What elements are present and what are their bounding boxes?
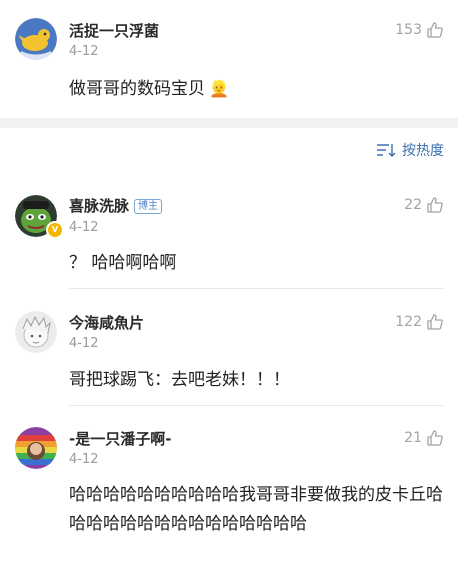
comment-text: 哈哈哈哈哈哈哈哈哈哈我哥哥非要做我的皮卡丘哈哈哈哈哈哈哈哈哈哈哈哈哈哈哈 — [69, 485, 443, 534]
thumb-up-icon — [427, 22, 443, 38]
like-button[interactable]: 22 — [404, 195, 444, 215]
top-comment: 活捉一只浮菌 4-12 153 做哥哥的数码宝贝 👱 — [0, 0, 458, 118]
like-count: 21 — [404, 430, 422, 446]
comment-date: 4-12 — [69, 452, 99, 467]
comment-date: 4-12 — [69, 336, 99, 351]
comment-text: ？ 哈哈啊哈啊 — [69, 253, 177, 273]
sort-by-hot-button[interactable]: 按热度 — [376, 140, 444, 160]
like-count: 22 — [404, 197, 422, 213]
comment-text: 做哥哥的数码宝贝 👱 — [69, 79, 229, 99]
thumb-up-icon — [427, 314, 443, 330]
emoji-icon: 👱 — [209, 79, 229, 98]
like-button[interactable]: 122 — [395, 312, 444, 332]
like-count: 122 — [395, 314, 422, 330]
divider — [69, 288, 444, 289]
sort-icon — [377, 144, 396, 157]
like-count: 153 — [395, 22, 422, 38]
section-divider — [0, 118, 458, 128]
thumb-up-icon — [427, 197, 443, 213]
like-button[interactable]: 21 — [404, 428, 444, 448]
verified-badge-icon: V — [46, 221, 64, 239]
avatar[interactable] — [15, 427, 57, 469]
thumb-up-icon — [427, 430, 443, 446]
username[interactable]: -是一只潘子啊- — [69, 428, 171, 449]
avatar[interactable] — [15, 311, 57, 353]
username[interactable]: 喜脉洗脉 博主 — [69, 195, 163, 216]
username[interactable]: 活捉一只浮菌 — [69, 20, 159, 41]
sort-label: 按热度 — [402, 143, 444, 159]
like-button[interactable]: 153 — [395, 20, 444, 40]
divider — [69, 405, 444, 406]
author-badge: 博主 — [134, 199, 163, 214]
username[interactable]: 今海咸魚片 — [69, 312, 144, 333]
comment-date: 4-12 — [69, 44, 99, 59]
avatar[interactable] — [15, 18, 57, 60]
comment-text: 哥把球踢飞：去吧老妹！！！ — [69, 370, 290, 390]
comment-date: 4-12 — [69, 220, 99, 235]
